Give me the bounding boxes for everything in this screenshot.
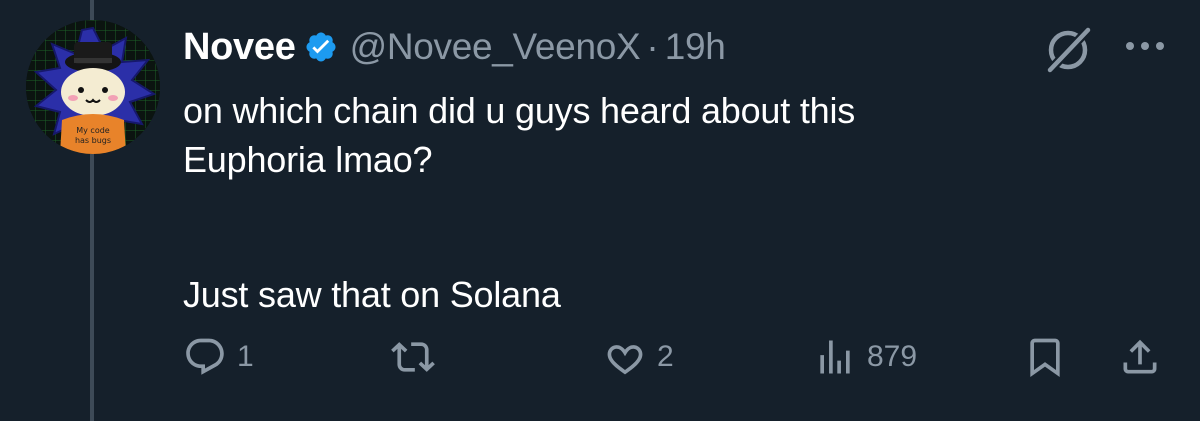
retweet-button[interactable] [391,332,445,382]
share-icon [1118,335,1162,379]
tweet-time[interactable]: 19h [665,26,726,68]
avatar-shirt-text-1: My code [76,126,110,135]
retweet-icon [391,335,435,379]
verified-badge-icon [304,30,338,64]
separator-dot: · [646,26,659,67]
user-handle[interactable]: @Novee_VeenoX [350,26,641,68]
tweet-line: on which chain did u guys heard about th… [183,90,856,131]
bookmark-icon [1023,335,1067,379]
action-bar: 1 2 879 [183,332,1173,382]
like-count: 2 [657,340,674,373]
more-icon[interactable] [1122,34,1168,58]
bookmark-button[interactable] [1023,332,1067,382]
tweet-line: Euphoria lmao? [183,139,433,180]
views-icon [813,335,857,379]
views-count: 879 [867,340,918,373]
like-button[interactable]: 2 [603,332,674,382]
share-button[interactable] [1118,332,1162,382]
reply-icon [183,335,227,379]
tweet-text: on which chain did u guys heard about th… [183,86,1143,319]
heart-icon [603,335,647,379]
tweet-header: Novee @Novee_VeenoX · 19h [183,22,726,72]
tweet-line: Just saw that on Solana [183,274,561,315]
reply-button[interactable]: 1 [183,332,254,382]
grok-icon[interactable] [1040,22,1096,78]
avatar[interactable]: My code has bugs [26,20,160,154]
views-button[interactable]: 879 [813,332,917,382]
avatar-shirt-text-2: has bugs [75,136,111,145]
reply-count: 1 [237,340,254,373]
display-name[interactable]: Novee [183,26,296,69]
